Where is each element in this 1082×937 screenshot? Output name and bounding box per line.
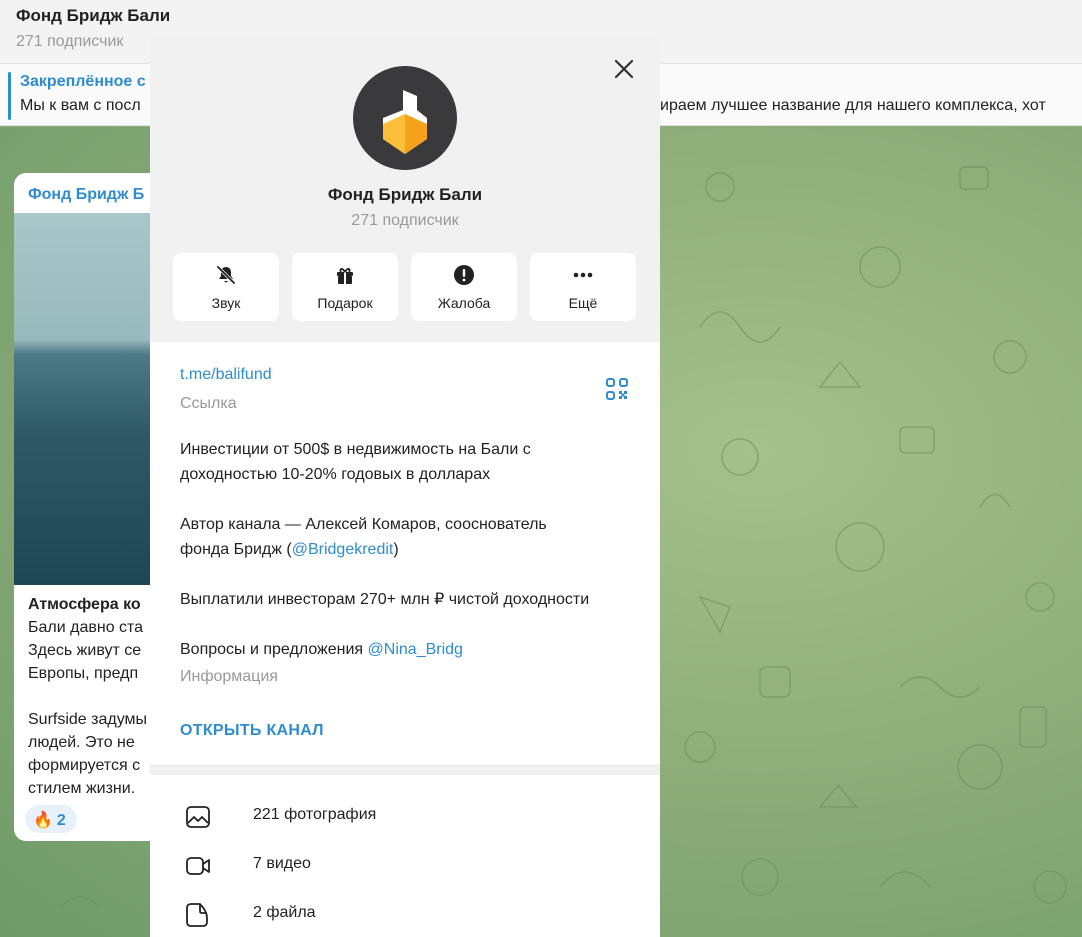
channel-logo-icon: [353, 66, 457, 170]
about-line: доходностью 10-20% годовых в долларах: [180, 466, 491, 483]
about-line: фонда Бридж (@Bridgekredit): [180, 537, 650, 562]
media-row-photos[interactable]: 221 фотография: [150, 804, 660, 853]
more-icon: [573, 272, 593, 278]
post-line: [28, 685, 164, 708]
channel-link[interactable]: t.me/balifund: [180, 366, 272, 384]
open-channel-button[interactable]: ОТКРЫТЬ КАНАЛ: [180, 722, 324, 740]
post-line: формируется с: [28, 757, 141, 774]
media-row-files[interactable]: 2 файла: [150, 902, 660, 937]
report-label: Жалоба: [437, 295, 491, 311]
post-line: людей. Это не: [28, 734, 135, 751]
about-line: Выплатили инвесторам 270+ млн ₽ чистой д…: [180, 591, 590, 608]
author-mention-link[interactable]: @Bridgekredit: [292, 541, 394, 558]
about-paragraph-1: Инвестиции от 500$ в недвижимость на Бал…: [180, 437, 650, 487]
media-files-label: 2 файла: [253, 904, 316, 921]
about-paragraph-2: Автор канала — Алексей Комаров, сооснова…: [180, 512, 650, 562]
photo-icon: [186, 806, 210, 828]
gift-icon: [337, 268, 353, 284]
reaction-badge[interactable]: 🔥 2: [25, 805, 77, 833]
about-line: Вопросы и предложения @Nina_Bridg: [180, 637, 650, 662]
qr-code-button[interactable]: [605, 377, 629, 401]
close-icon: [614, 59, 634, 79]
section-divider: [150, 765, 660, 775]
reaction-count: 2: [56, 812, 66, 829]
chat-subscriber-count: 271 подписчик: [16, 33, 124, 50]
channel-info-modal: Фонд Бридж Бали 271 подписчик Звук Подар…: [150, 35, 660, 937]
about-text: ): [393, 541, 399, 558]
about-line: Инвестиции от 500$ в недвижимость на Бал…: [180, 441, 531, 458]
chat-title[interactable]: Фонд Бридж Бали: [16, 6, 170, 26]
about-line: Автор канала — Алексей Комаров, сооснова…: [180, 516, 547, 533]
post-line: Surfside задумы: [28, 711, 148, 728]
about-paragraph-3: Выплатили инвесторам 270+ млн ₽ чистой д…: [180, 587, 650, 612]
post-line: Здесь живут се: [28, 642, 142, 659]
fire-icon: 🔥: [33, 812, 53, 829]
gift-label: Подарок: [317, 295, 373, 311]
channel-post[interactable]: Фонд Бридж Б Атмосфера ко Бали давно ста…: [14, 173, 164, 841]
post-line: Европы, предп: [28, 665, 139, 682]
post-line: стилем жизни.: [28, 780, 136, 797]
more-button[interactable]: Ещё: [530, 253, 636, 321]
pinned-text: Мы к вам с посл: [20, 97, 141, 114]
bell-muted-icon: [216, 265, 236, 285]
post-photo[interactable]: [14, 213, 164, 585]
channel-title: Фонд Бридж Бали: [327, 185, 483, 204]
file-icon: [186, 903, 208, 927]
report-icon: [454, 265, 474, 285]
pinned-text-continued: ираем лучшее название для нашего комплек…: [660, 97, 1046, 114]
pinned-title: Закреплённое с: [20, 73, 146, 90]
gift-button[interactable]: Подарок: [292, 253, 398, 321]
post-channel-name[interactable]: Фонд Бридж Б: [28, 186, 144, 204]
more-label: Ещё: [568, 295, 598, 311]
post-line: Атмосфера ко: [28, 596, 141, 613]
post-text: Атмосфера ко Бали давно ста Здесь живут …: [28, 593, 164, 800]
channel-subscriber-count: 271 подписчик: [351, 212, 459, 229]
pinned-accent-line: [8, 72, 11, 120]
about-text: фонда Бридж (: [180, 541, 292, 558]
about-paragraph-4: Вопросы и предложения @Nina_Bridg: [180, 637, 650, 662]
qr-code-icon: [606, 378, 628, 400]
video-icon: [186, 857, 210, 875]
link-caption: Ссылка: [180, 395, 237, 412]
post-line: Бали давно ста: [28, 619, 144, 636]
contact-mention-link[interactable]: @Nina_Bridg: [368, 641, 463, 658]
media-videos-label: 7 видео: [253, 855, 311, 872]
about-caption: Информация: [180, 668, 278, 685]
close-button[interactable]: [611, 56, 637, 82]
about-text: Вопросы и предложения: [180, 641, 368, 658]
mute-label: Звук: [211, 295, 241, 311]
channel-avatar[interactable]: [353, 66, 457, 170]
media-photos-label: 221 фотография: [253, 806, 377, 823]
mute-button[interactable]: Звук: [173, 253, 279, 321]
report-button[interactable]: Жалоба: [411, 253, 517, 321]
media-row-videos[interactable]: 7 видео: [150, 853, 660, 902]
